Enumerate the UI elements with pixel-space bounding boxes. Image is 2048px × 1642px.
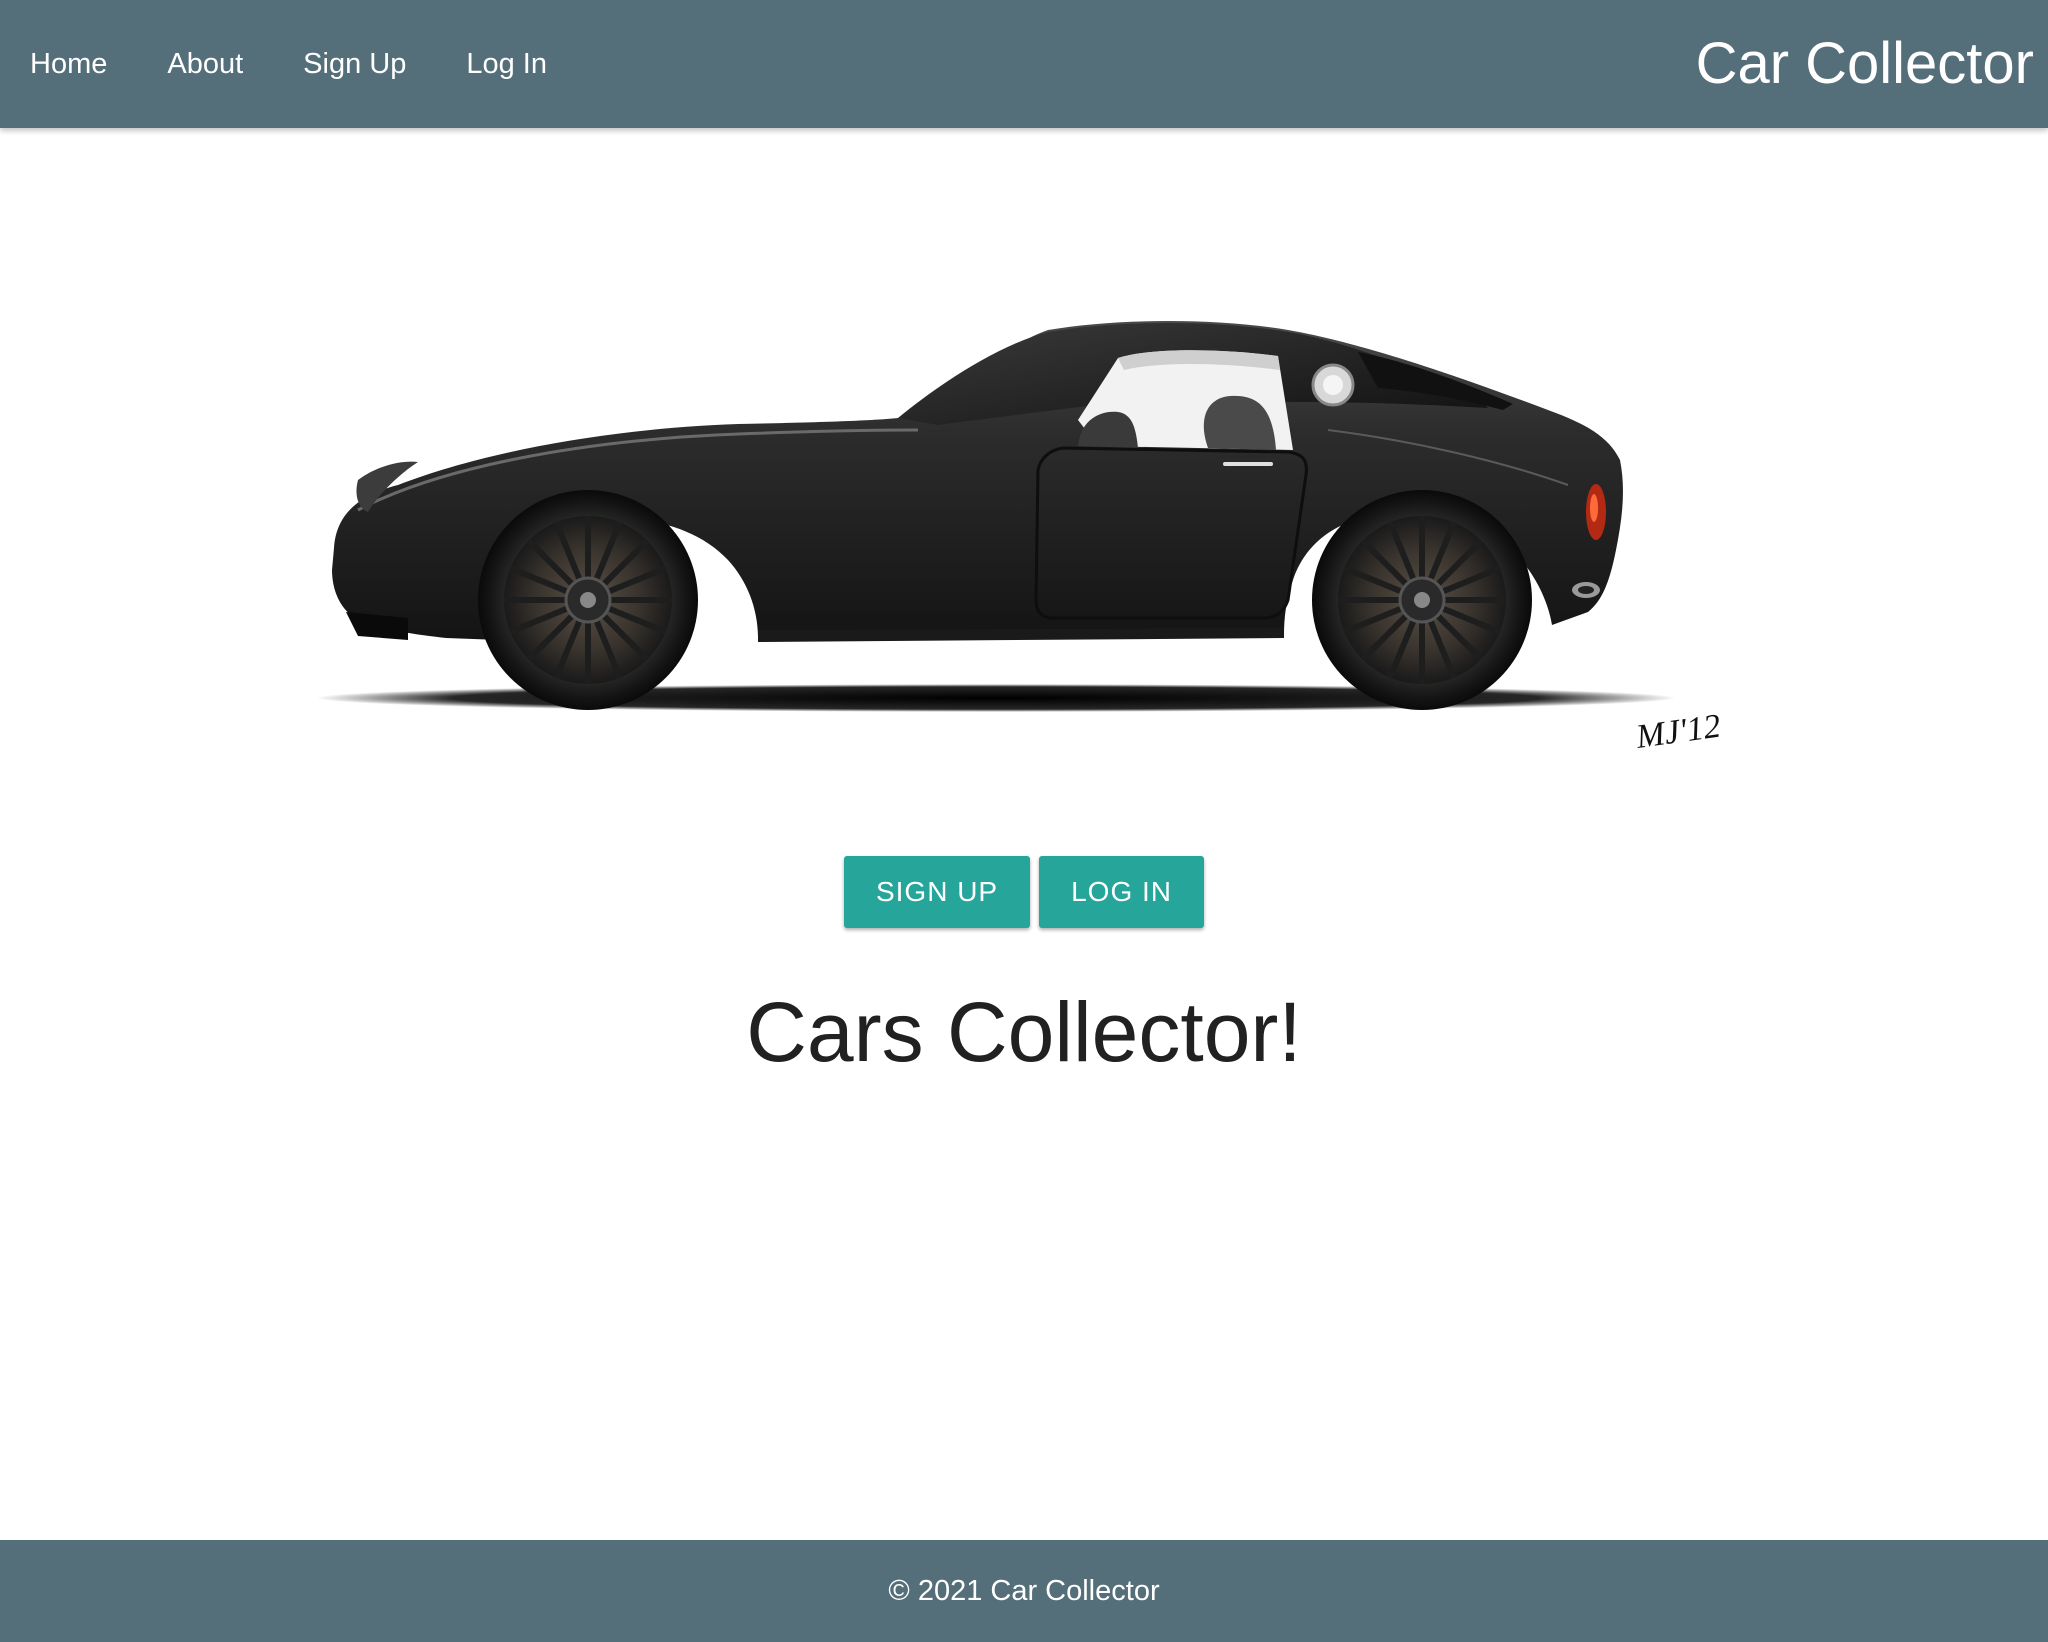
sign-up-button[interactable]: SIGN UP: [843, 856, 1031, 928]
auth-actions: SIGN UP LOG IN: [0, 856, 2048, 928]
nav-link-sign-up[interactable]: Sign Up: [287, 0, 422, 128]
nav-links: Home About Sign Up Log In: [0, 0, 591, 128]
rear-wheel: [1312, 490, 1532, 710]
nav-link-home[interactable]: Home: [14, 0, 123, 128]
front-wheel: [478, 490, 698, 710]
log-in-button[interactable]: LOG IN: [1039, 856, 1205, 928]
artist-signature: MJ'12: [1633, 707, 1723, 756]
nav-link-log-in[interactable]: Log In: [450, 0, 563, 128]
top-navbar: Home About Sign Up Log In Car Collector: [0, 0, 2048, 128]
brand-logo-link[interactable]: Car Collector: [1696, 0, 2034, 128]
page-footer: © 2021 Car Collector: [0, 1540, 2048, 1642]
hero-car-image: MJ'12: [318, 300, 1728, 790]
footer-copyright: © 2021 Car Collector: [888, 1575, 1160, 1607]
page-title: Cars Collector!: [746, 985, 1302, 1079]
nav-link-about[interactable]: About: [151, 0, 259, 128]
